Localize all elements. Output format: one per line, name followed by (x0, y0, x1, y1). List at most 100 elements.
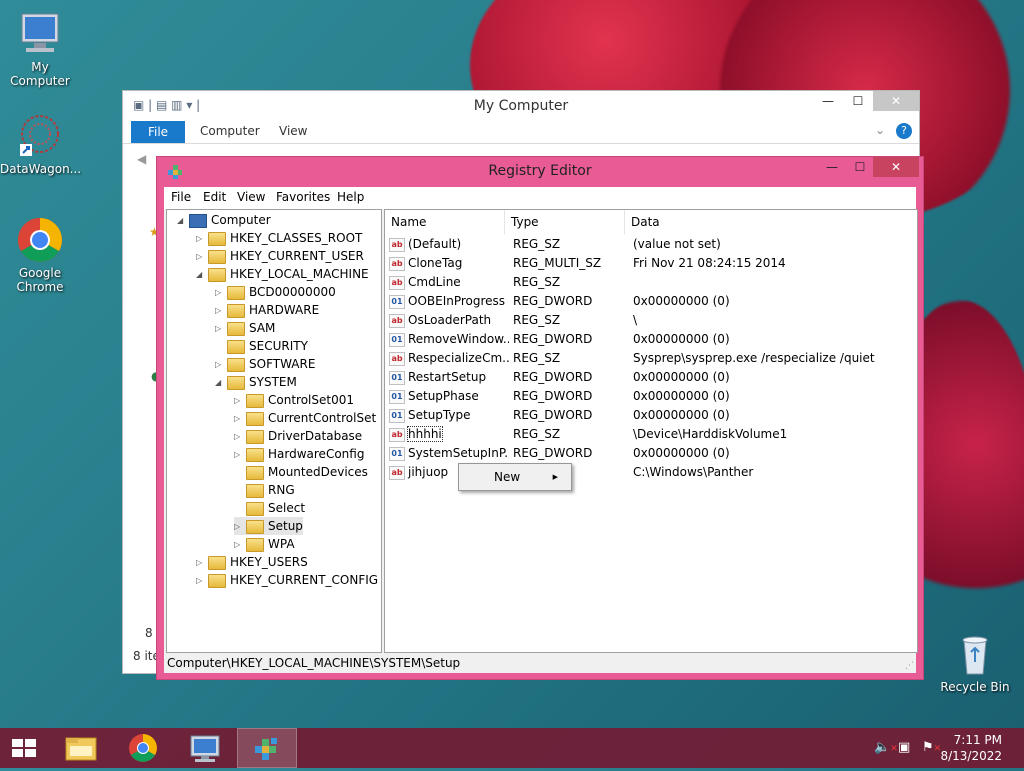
regedit-titlebar[interactable]: Registry Editor — ☐ ✕ (157, 157, 923, 187)
taskbar-my-computer[interactable] (175, 728, 235, 768)
help-icon[interactable]: ? (896, 123, 912, 139)
collapse-icon[interactable]: ◢ (196, 266, 206, 284)
column-header-data[interactable]: Data (625, 210, 917, 234)
context-menu-item-new[interactable]: New ▶ (462, 467, 568, 487)
tab-computer[interactable]: Computer (200, 124, 260, 138)
registry-value-row[interactable]: ab OsLoaderPath REG_SZ \ (389, 311, 909, 330)
ribbon-expand-icon[interactable]: ⌄ (875, 123, 885, 137)
menu-favorites[interactable]: Favorites (276, 190, 330, 204)
expand-icon[interactable]: ▷ (234, 410, 244, 428)
back-icon[interactable]: ◀ (137, 152, 146, 166)
desktop-icon-recycle-bin[interactable]: Recycle Bin (935, 630, 1015, 694)
regedit-title: Registry Editor (488, 163, 592, 179)
registry-value-row[interactable]: 01 SetupPhase REG_DWORD 0x00000000 (0) (389, 387, 909, 406)
taskbar-file-explorer[interactable] (50, 728, 110, 768)
column-header-type[interactable]: Type (505, 210, 625, 234)
registry-value-row[interactable]: ab hhhhi REG_SZ \Device\HarddiskVolume1 (389, 425, 909, 444)
tree-node[interactable]: ▷ HardwareConfig (234, 445, 364, 463)
start-button[interactable] (0, 728, 48, 768)
tree-node[interactable]: ▷ HARDWARE (215, 301, 319, 319)
registry-value-row[interactable]: 01 SetupType REG_DWORD 0x00000000 (0) (389, 406, 909, 425)
tree-node[interactable]: ▷ HKEY_CURRENT_CONFIG (196, 571, 378, 589)
expand-icon[interactable]: ▷ (234, 446, 244, 464)
tree-node[interactable]: ▷ Setup (234, 517, 303, 535)
computer-icon (190, 735, 220, 762)
registry-value-row[interactable]: 01 OOBEInProgress REG_DWORD 0x00000000 (0) (389, 292, 909, 311)
tree-node[interactable]: ▷ WPA (234, 535, 295, 553)
expand-icon[interactable]: ▷ (234, 536, 244, 554)
tab-file[interactable]: File (131, 121, 185, 143)
tree-node[interactable]: ◢ HKEY_LOCAL_MACHINE (196, 265, 369, 283)
desktop-icon-datawagon[interactable]: DataWagon... (0, 112, 81, 176)
explorer-titlebar[interactable]: ▣ | ▤ ▥ ▾ | My Computer — ☐ ✕ (123, 91, 919, 121)
value-name-cell: 01 RestartSetup (389, 368, 509, 387)
registry-value-row[interactable]: 01 SystemSetupInP... REG_DWORD 0x00000000 (… (389, 444, 909, 463)
regedit-maximize-button[interactable]: ☐ (847, 157, 873, 177)
regedit-close-button[interactable]: ✕ (873, 157, 919, 177)
registry-tree[interactable]: ◢ Computer ▷ HKEY_CLASSES_ROOT ▷ HKEY_CURRENT… (166, 209, 382, 653)
expand-icon[interactable]: ▷ (234, 392, 244, 410)
tree-node[interactable]: Select (234, 499, 305, 517)
tree-node[interactable]: ▷ HKEY_CURRENT_USER (196, 247, 364, 265)
tree-node[interactable]: ▷ HKEY_CLASSES_ROOT (196, 229, 362, 247)
expand-icon[interactable]: ▷ (215, 302, 225, 320)
menu-view[interactable]: View (237, 190, 265, 204)
desktop-icon-google-chrome[interactable]: Google Chrome (0, 216, 80, 294)
value-type: REG_SZ (513, 427, 561, 441)
registry-editor-window[interactable]: Registry Editor — ☐ ✕ File Edit View Fav… (156, 156, 924, 680)
tree-node[interactable]: SECURITY (215, 337, 308, 355)
regedit-minimize-button[interactable]: — (817, 157, 847, 177)
expand-icon[interactable]: ▷ (196, 248, 206, 266)
action-center-icon[interactable]: ⚑✕ (922, 740, 941, 755)
desktop-icon-my-computer[interactable]: My Computer (0, 10, 80, 88)
tree-node[interactable]: RNG (234, 481, 295, 499)
tree-node[interactable]: ◢ Computer (177, 211, 271, 229)
menu-help[interactable]: Help (337, 190, 364, 204)
registry-values-list[interactable]: Name Type Data ab (Default) REG_SZ (value n… (384, 209, 918, 653)
network-icon[interactable]: ▣ (898, 740, 910, 755)
menu-edit[interactable]: Edit (203, 190, 226, 204)
folder-icon (208, 231, 226, 246)
explorer-close-button[interactable]: ✕ (873, 91, 919, 111)
volume-muted-icon[interactable]: 🔈✕ (874, 740, 898, 755)
folder-icon (246, 537, 264, 552)
registry-value-row[interactable]: ab RespecializeCm... REG_SZ Sysprep\sysprep… (389, 349, 909, 368)
registry-value-row[interactable]: ab CloneTag REG_MULTI_SZ Fri Nov 21 08:24:1… (389, 254, 909, 273)
registry-value-row[interactable]: ab CmdLine REG_SZ (389, 273, 909, 292)
expand-icon[interactable]: ▷ (196, 230, 206, 248)
explorer-maximize-button[interactable]: ☐ (843, 91, 873, 111)
taskbar-clock[interactable]: 7:11 PM 8/13/2022 (940, 732, 1002, 764)
explorer-status-bar: 8 items (133, 649, 157, 663)
expand-icon[interactable]: ▷ (234, 518, 244, 536)
tree-node[interactable]: ◢ SYSTEM (215, 373, 297, 391)
tree-node[interactable]: ▷ HKEY_USERS (196, 553, 308, 571)
taskbar-chrome[interactable] (113, 728, 173, 768)
value-type: REG_MULTI_SZ (513, 256, 602, 270)
tree-node[interactable]: ▷ ControlSet001 (234, 391, 354, 409)
tree-node[interactable]: ▷ DriverDatabase (234, 427, 362, 445)
menu-file[interactable]: File (171, 190, 191, 204)
explorer-minimize-button[interactable]: — (813, 91, 843, 111)
expand-icon[interactable]: ▷ (215, 320, 225, 338)
registry-value-row[interactable]: 01 RestartSetup REG_DWORD 0x00000000 (0) (389, 368, 909, 387)
expand-icon[interactable]: ▷ (196, 572, 206, 590)
chrome-icon (16, 216, 64, 264)
collapse-icon[interactable]: ◢ (215, 374, 225, 392)
tree-node[interactable]: ▷ SAM (215, 319, 275, 337)
tree-node[interactable]: ▷ BCD00000000 (215, 283, 336, 301)
registry-value-row[interactable]: ab (Default) REG_SZ (value not set) (389, 235, 909, 254)
expand-icon[interactable]: ▷ (215, 356, 225, 374)
collapse-icon[interactable]: ◢ (177, 212, 187, 230)
taskbar-registry-editor[interactable] (237, 728, 297, 768)
column-header-name[interactable]: Name (385, 210, 505, 234)
registry-value-row[interactable]: 01 RemoveWindow... REG_DWORD 0x00000000 (0) (389, 330, 909, 349)
tab-view[interactable]: View (279, 124, 307, 138)
tree-node[interactable]: ▷ SOFTWARE (215, 355, 315, 373)
expand-icon[interactable]: ▷ (196, 554, 206, 572)
chrome-icon (129, 734, 157, 762)
tree-node[interactable]: MountedDevices (234, 463, 368, 481)
expand-icon[interactable]: ▷ (215, 284, 225, 302)
tree-node[interactable]: ▷ CurrentControlSet (234, 409, 376, 427)
expand-icon[interactable]: ▷ (234, 428, 244, 446)
resize-grip-icon[interactable]: ⋰ (905, 661, 914, 671)
